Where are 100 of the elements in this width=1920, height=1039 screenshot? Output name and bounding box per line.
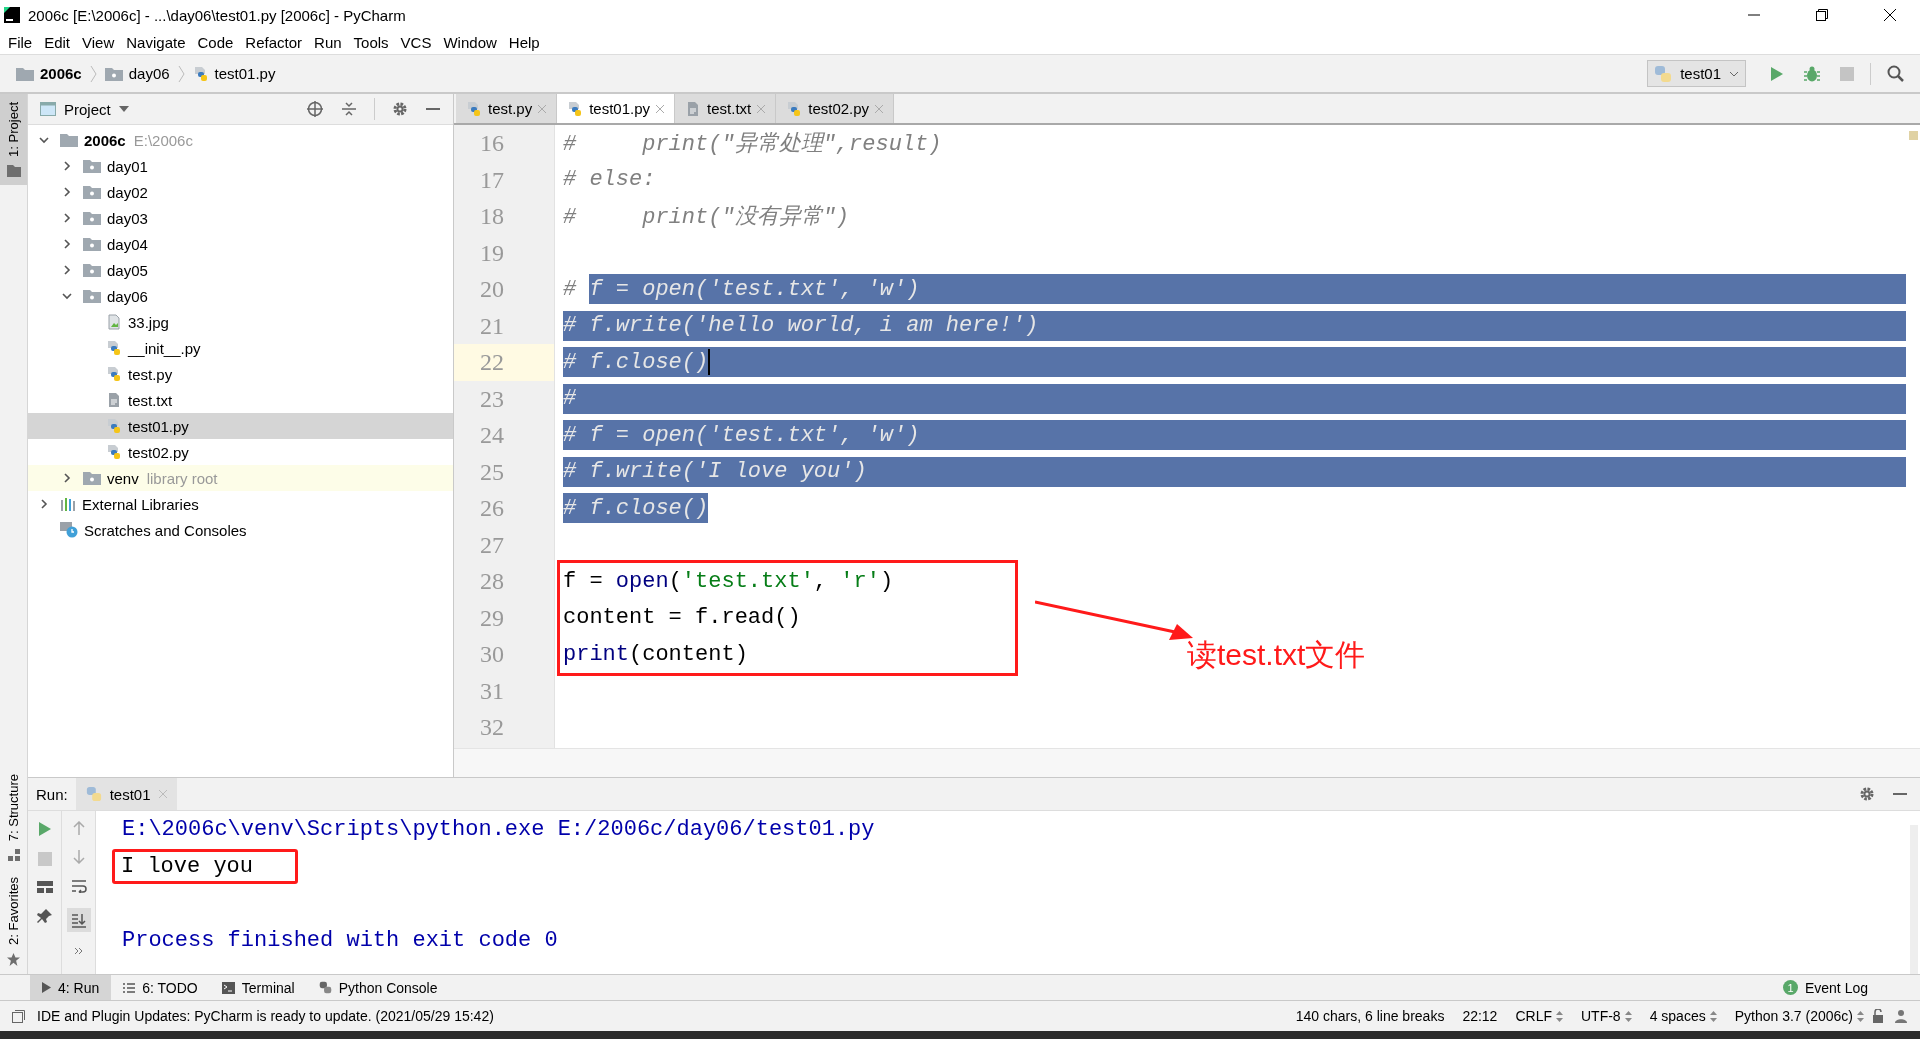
tree-item-label: day04 <box>107 235 148 253</box>
run-tab[interactable]: test01 <box>75 778 177 810</box>
editor-tab[interactable]: test.py <box>456 94 558 123</box>
tree-item[interactable]: venv library root <box>28 465 453 491</box>
tree-item[interactable]: __init__.py <box>28 335 453 361</box>
crosshair-icon[interactable] <box>307 101 323 117</box>
chevron-right-icon[interactable] <box>61 186 73 198</box>
collapse-all-icon[interactable] <box>341 101 357 117</box>
scratch-clock-icon <box>60 522 78 538</box>
tree-item[interactable]: Scratches and Consoles <box>28 517 453 543</box>
menu-item[interactable]: Help <box>502 33 546 51</box>
line-number: 26 <box>479 494 505 523</box>
tree-item[interactable]: day01 <box>28 153 453 179</box>
status-item[interactable]: 140 chars, 6 line breaks <box>1295 1008 1445 1024</box>
line-number: 25 <box>479 457 505 487</box>
code-line: content = f.read() <box>563 604 801 633</box>
folder-icon <box>83 289 101 303</box>
tree-item[interactable]: day04 <box>28 231 453 257</box>
tool-window-tab[interactable]: Python Console <box>306 975 450 1000</box>
chevron-right-icon[interactable] <box>61 160 73 172</box>
status-item[interactable]: Python 3.7 (2006c) <box>1734 1008 1864 1024</box>
code-line: # print("没有异常") <box>563 204 850 232</box>
scrollbar[interactable] <box>1910 825 1918 974</box>
scroll-to-end-button[interactable] <box>66 908 91 932</box>
tree-item[interactable]: External Libraries <box>28 491 453 517</box>
status-item[interactable]: CRLF <box>1515 1008 1563 1024</box>
tree-item[interactable]: 33.jpg <box>28 309 453 335</box>
more-icon[interactable] <box>73 947 84 955</box>
search-icon[interactable] <box>1887 65 1904 82</box>
tree-item-hint: library root <box>146 469 218 487</box>
rerun-icon[interactable] <box>37 821 52 837</box>
chevron-right-icon[interactable] <box>61 264 73 276</box>
tool-window-tab[interactable]: Terminal <box>209 975 307 1000</box>
menu-item[interactable]: VCS <box>394 33 438 51</box>
breadcrumb[interactable]: test01.py <box>188 65 280 82</box>
chevron-right-icon[interactable] <box>61 212 73 224</box>
chevron-right-icon <box>89 64 97 83</box>
tool-window-tab[interactable]: 1: Project <box>0 94 27 185</box>
tree-item-hint: E:\2006c <box>133 131 193 149</box>
caret-icon[interactable] <box>118 106 129 112</box>
soft-wrap-icon[interactable] <box>70 879 87 893</box>
tree-item[interactable]: test01.py <box>28 413 453 439</box>
panel-title: Run: <box>36 785 68 803</box>
tree-item[interactable]: test.py <box>28 361 453 387</box>
chevron-down-icon[interactable] <box>61 290 73 302</box>
inspector-icon[interactable] <box>1894 1009 1908 1023</box>
editor-tab[interactable]: test01.py <box>557 94 676 123</box>
menu-item[interactable]: Navigate <box>120 33 192 51</box>
line-number: 21 <box>479 311 505 341</box>
tree-item[interactable]: 2006c E:\2006c <box>28 127 453 153</box>
menu-item[interactable]: Edit <box>38 33 77 51</box>
tree-item-label: day02 <box>107 183 148 201</box>
editor-tab[interactable]: test02.py <box>776 94 895 123</box>
chevron-right-icon[interactable] <box>61 472 73 484</box>
tool-window-tab[interactable]: 4: Run <box>30 975 112 1000</box>
status-item[interactable]: 22:12 <box>1462 1008 1498 1024</box>
settings-icon[interactable] <box>392 101 408 117</box>
pin-icon[interactable] <box>36 908 53 924</box>
menu-item[interactable]: Code <box>191 33 240 51</box>
tree-item[interactable]: day05 <box>28 257 453 283</box>
tree-item[interactable]: day02 <box>28 179 453 205</box>
restore-icon[interactable] <box>1816 9 1828 21</box>
marker-stripe[interactable] <box>1909 131 1918 140</box>
menu-item[interactable]: Refactor <box>239 33 309 51</box>
bug-icon[interactable] <box>1804 65 1820 82</box>
python-file-icon <box>106 444 122 460</box>
menu-item[interactable]: Window <box>437 33 503 51</box>
tree-item-label: day05 <box>107 261 148 279</box>
menu-item[interactable]: Run <box>308 33 348 51</box>
chevron-down-icon[interactable] <box>38 134 50 146</box>
menu-item[interactable]: Tools <box>347 33 395 51</box>
notification-badge: 1 <box>1782 980 1798 995</box>
run-config-dropdown[interactable]: test01 <box>1647 60 1746 87</box>
status-item[interactable]: 4 spaces <box>1649 1008 1717 1024</box>
code-line: print(content) <box>563 640 748 669</box>
chevron-right-icon[interactable] <box>38 498 50 510</box>
event-log-button[interactable]: 1 Event Log <box>1770 975 1880 1000</box>
line-number: 31 <box>479 676 505 706</box>
run-icon[interactable] <box>1770 65 1784 82</box>
tree-item[interactable]: day03 <box>28 205 453 231</box>
status-item[interactable]: UTF-8 <box>1581 1008 1632 1024</box>
tool-window-tab[interactable]: 7: Structure <box>0 765 27 870</box>
square-icon[interactable] <box>12 1009 25 1023</box>
layout-icon[interactable] <box>36 881 53 893</box>
tool-window-tab[interactable]: 6: TODO <box>111 975 210 1000</box>
tree-item[interactable]: test02.py <box>28 439 453 465</box>
tree-item[interactable]: test.txt <box>28 387 453 413</box>
breadcrumb[interactable]: day06 <box>100 65 174 82</box>
tool-window-tab[interactable]: 2: Favorites <box>0 869 27 974</box>
chevron-right-icon[interactable] <box>61 238 73 250</box>
lock-icon[interactable] <box>1872 1009 1886 1023</box>
python-file-icon <box>567 100 584 117</box>
panel-title[interactable]: Project <box>64 100 111 118</box>
breadcrumb[interactable]: 2006c <box>12 65 86 82</box>
menu-item[interactable]: File <box>2 33 39 51</box>
settings-icon[interactable] <box>1859 786 1875 802</box>
editor-tab[interactable]: test.txt <box>675 94 777 123</box>
tree-item[interactable]: day06 <box>28 283 453 309</box>
menu-item[interactable]: View <box>76 33 121 51</box>
close-icon[interactable] <box>1884 9 1896 21</box>
